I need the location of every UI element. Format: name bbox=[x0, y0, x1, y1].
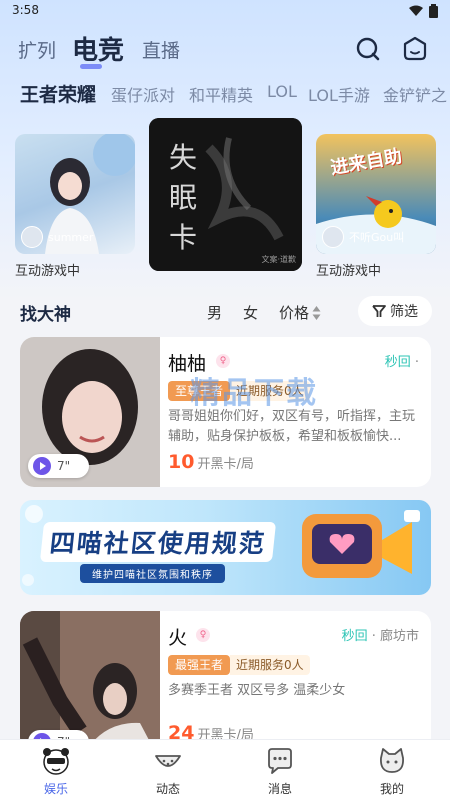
search-icon[interactable] bbox=[355, 36, 381, 62]
status-icons bbox=[409, 4, 438, 18]
bottom-nav-label: 我的 bbox=[379, 782, 404, 796]
featured-caption-3: 互动游戏中 bbox=[316, 264, 382, 279]
player-card-2[interactable]: 7" 火 ♀ 秒回 · 廊坊市 最强王者 近期服务0人 多赛季王者 双区号多 温… bbox=[20, 611, 431, 751]
featured-user-1: summer bbox=[21, 226, 93, 248]
tab-dianjing[interactable]: 电竞 bbox=[72, 30, 124, 67]
featured-caption-1: 互动游戏中 bbox=[15, 264, 81, 279]
panda-icon bbox=[43, 748, 69, 775]
sort-price-label: 价格 bbox=[279, 304, 310, 322]
watermelon-icon bbox=[155, 755, 181, 767]
active-tab-underline bbox=[80, 64, 102, 69]
avatar bbox=[322, 226, 344, 248]
game-tabs: 王者荣耀 蛋仔派对 和平精英 LOL LOL手游 金铲铲之 bbox=[0, 78, 450, 108]
cat-icon bbox=[380, 748, 404, 773]
community-rules-banner[interactable]: 四喵社区使用规范 维护四喵社区氛围和秩序 bbox=[20, 500, 431, 595]
reply-speed: 秒回 bbox=[384, 355, 411, 370]
featured-username-3: 不听Gou叫 bbox=[349, 231, 405, 244]
featured-art-watermark: 文案·道歉 bbox=[261, 255, 296, 264]
play-icon bbox=[33, 457, 51, 475]
game-tab-jinchanchan[interactable]: 金铲铲之 bbox=[383, 82, 447, 106]
sort-arrows-icon bbox=[312, 305, 321, 320]
voice-intro-button[interactable]: 7" bbox=[28, 454, 89, 478]
player-location: · bbox=[414, 355, 419, 370]
bottom-nav-entertainment[interactable]: 娱乐 bbox=[0, 740, 112, 800]
banner-title: 四喵社区使用规范 bbox=[39, 522, 277, 562]
bottom-nav-label: 动态 bbox=[155, 782, 180, 796]
bottom-nav-feed[interactable]: 动态 bbox=[112, 740, 224, 800]
wifi-icon bbox=[409, 5, 423, 16]
game-tab-lol-mobile[interactable]: LOL手游 bbox=[308, 82, 370, 106]
female-icon: ♀ bbox=[216, 354, 230, 368]
status-time: 3:58 bbox=[12, 3, 39, 17]
bottom-nav-label: 消息 bbox=[267, 782, 292, 796]
player-price: 10 开黑卡/局 bbox=[168, 451, 254, 473]
bottom-nav-label: 娱乐 bbox=[43, 782, 68, 796]
player-description: 哥哥姐姐你们好，双区有号，听指挥，主玩辅助，贴身保护板板，希望和板板愉快... bbox=[168, 409, 416, 444]
section-title: 找大神 bbox=[20, 305, 71, 325]
banner-subtitle: 维护四喵社区氛围和秩序 bbox=[80, 564, 225, 583]
bottom-nav-messages[interactable]: 消息 bbox=[224, 740, 336, 800]
status-bar: 3:58 bbox=[0, 0, 450, 22]
tab-kuolie[interactable]: 扩列 bbox=[18, 36, 56, 63]
game-tab-heping[interactable]: 和平精英 bbox=[189, 82, 253, 106]
featured-user-3: 不听Gou叫 bbox=[322, 226, 404, 248]
game-tab-wangzhe[interactable]: 王者荣耀 bbox=[20, 80, 96, 107]
filter-bar: 找大神 男 女 价格 筛选 bbox=[0, 296, 450, 326]
home-hex-icon[interactable] bbox=[402, 36, 428, 62]
price-value: 10 bbox=[168, 451, 195, 473]
bottom-nav-mine[interactable]: 我的 bbox=[336, 740, 448, 800]
player-location: · 廊坊市 bbox=[371, 629, 419, 644]
served-count: 近期服务0人 bbox=[230, 655, 310, 675]
player-card-1[interactable]: 7" 柚柚 ♀ 秒回 · 至尊王者 近期服务0人 哥哥姐姐你们好，双区有号，听指… bbox=[20, 337, 431, 487]
featured-card-2[interactable]: 失眠卡 文案·道歉 bbox=[149, 118, 302, 271]
game-tab-lol[interactable]: LOL bbox=[267, 82, 297, 101]
price-unit: 开黑卡/局 bbox=[197, 457, 254, 472]
filter-icon bbox=[372, 305, 386, 317]
sort-price[interactable]: 价格 bbox=[279, 302, 321, 323]
featured-art-text: 失眠卡 bbox=[169, 141, 198, 254]
chat-icon bbox=[268, 748, 292, 774]
watermark-text: 精品下载 bbox=[190, 376, 318, 411]
voice-duration: 7" bbox=[57, 459, 71, 473]
featured-card-1[interactable]: summer bbox=[15, 134, 135, 254]
filter-male[interactable]: 男 bbox=[207, 302, 222, 323]
reply-status: 秒回 · bbox=[385, 351, 419, 370]
featured-username-1: summer bbox=[48, 230, 94, 244]
reply-speed: 秒回 bbox=[341, 629, 368, 644]
top-nav: 扩列 电竞 直播 bbox=[0, 26, 450, 70]
rank-badge: 最强王者 bbox=[168, 655, 231, 675]
reply-status: 秒回 · 廊坊市 bbox=[342, 625, 419, 644]
female-icon: ♀ bbox=[196, 628, 210, 642]
tab-zhibo[interactable]: 直播 bbox=[142, 36, 180, 63]
avatar bbox=[21, 226, 43, 248]
filter-female[interactable]: 女 bbox=[243, 302, 258, 323]
filter-button[interactable]: 筛选 bbox=[358, 296, 432, 326]
player-description: 多赛季王者 双区号多 温柔少女 bbox=[168, 683, 346, 698]
filter-button-label: 筛选 bbox=[390, 304, 418, 320]
battery-icon bbox=[429, 4, 438, 18]
featured-card-3[interactable]: 进来自助 不听Gou叫 bbox=[316, 134, 436, 254]
player-name: 火 bbox=[168, 627, 188, 649]
bottom-nav: 娱乐 动态 消息 我的 bbox=[0, 739, 450, 800]
game-tab-danzai[interactable]: 蛋仔派对 bbox=[111, 82, 175, 106]
